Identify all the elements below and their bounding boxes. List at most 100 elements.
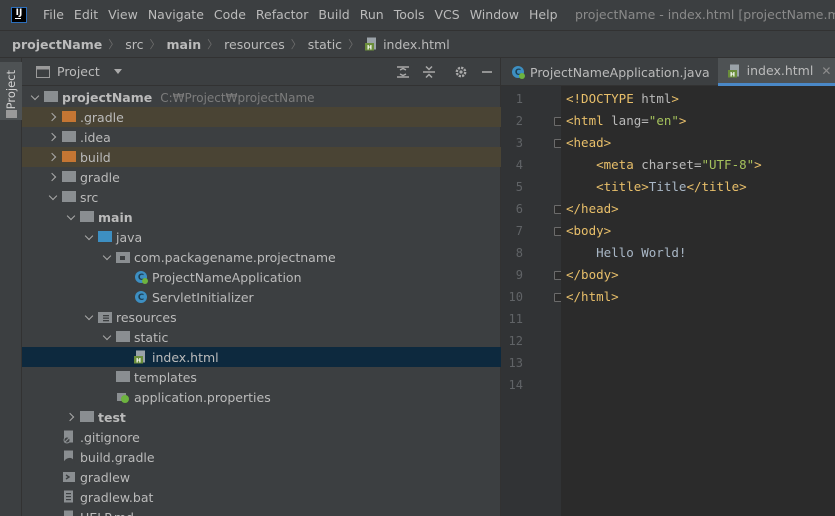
tree-item[interactable]: .idea bbox=[22, 127, 501, 147]
breadcrumb-item-resources[interactable]: resources bbox=[224, 37, 285, 52]
tree-item[interactable]: build.gradle bbox=[22, 447, 501, 467]
breadcrumb-item-index-html[interactable]: Hindex.html bbox=[365, 37, 450, 52]
chevron-down-icon[interactable] bbox=[102, 252, 112, 262]
tree-item[interactable]: build bbox=[22, 147, 501, 167]
menu-window[interactable]: Window bbox=[465, 0, 524, 30]
close-icon[interactable]: ✕ bbox=[821, 64, 831, 78]
svg-text:H: H bbox=[730, 71, 735, 78]
chevron-right-icon[interactable] bbox=[48, 132, 58, 142]
tree-item-label: main bbox=[98, 210, 133, 225]
menu-view[interactable]: View bbox=[103, 0, 143, 30]
tree-item[interactable]: java bbox=[22, 227, 501, 247]
tree-item-name: resources bbox=[116, 309, 177, 325]
tree-item[interactable]: application.properties bbox=[22, 387, 501, 407]
project-tab-label: Project bbox=[4, 70, 18, 110]
breadcrumb-label: src bbox=[125, 36, 144, 52]
project-panel: Project projectName C:₩Project₩projectNam… bbox=[22, 58, 501, 516]
line-number: 8 bbox=[515, 246, 523, 260]
chevron-down-icon[interactable] bbox=[66, 212, 76, 222]
minimize-icon[interactable] bbox=[480, 65, 494, 79]
breadcrumb-item-main[interactable]: main bbox=[167, 37, 202, 52]
tree-item-label: ProjectNameApplication bbox=[152, 270, 302, 285]
breadcrumb-item-static[interactable]: static bbox=[308, 37, 342, 52]
breadcrumb-label: index.html bbox=[383, 36, 450, 52]
chevron-down-icon[interactable] bbox=[102, 332, 112, 342]
tree-item[interactable]: C ServletInitializer bbox=[22, 287, 501, 307]
folder-icon bbox=[98, 231, 112, 242]
menu-help[interactable]: Help bbox=[524, 0, 563, 30]
project-tool-window-tab[interactable]: Project bbox=[0, 62, 22, 120]
menu-run[interactable]: Run bbox=[355, 0, 389, 30]
tree-item[interactable]: src bbox=[22, 187, 501, 207]
breadcrumb-item-src[interactable]: src bbox=[125, 37, 143, 52]
project-panel-title[interactable]: Project bbox=[57, 64, 100, 79]
tree-item-label: build bbox=[80, 150, 111, 165]
folder-icon bbox=[62, 171, 76, 182]
tree-item-name: gradlew bbox=[80, 469, 131, 485]
menu-navigate[interactable]: Navigate bbox=[143, 0, 209, 30]
tab-index-html[interactable]: Hindex.html ✕ bbox=[717, 58, 835, 86]
tree-item[interactable]: .gradle bbox=[22, 107, 501, 127]
breadcrumb: projectName 〉 src 〉 main 〉 resources 〉 static 〉 Hi… bbox=[0, 30, 835, 58]
intellij-logo-icon[interactable]: IJ bbox=[11, 7, 27, 23]
tree-item-name: .gradle bbox=[80, 109, 124, 125]
expand-all-icon[interactable] bbox=[396, 65, 410, 79]
left-tool-strip: Project bbox=[0, 58, 22, 516]
tree-item-name: test bbox=[98, 409, 126, 425]
chevron-down-icon[interactable] bbox=[84, 312, 94, 322]
line-number: 14 bbox=[508, 378, 523, 392]
tab-projectnameapplication-java[interactable]: C ProjectNameApplication.java bbox=[501, 58, 718, 86]
line-number: 13 bbox=[508, 356, 523, 370]
line-number: 5 bbox=[515, 180, 523, 194]
tree-item[interactable]: static bbox=[22, 327, 501, 347]
menu-code[interactable]: Code bbox=[209, 0, 251, 30]
chevron-right-icon[interactable] bbox=[48, 152, 58, 162]
chevron-right-icon[interactable] bbox=[66, 412, 76, 422]
chevron-down-icon[interactable] bbox=[48, 192, 58, 202]
menu-file[interactable]: File bbox=[38, 0, 69, 30]
tree-item[interactable]: C ProjectNameApplication bbox=[22, 267, 501, 287]
line-number: 2 bbox=[515, 114, 523, 128]
tree-item-selected[interactable]: Hindex.html bbox=[22, 347, 501, 367]
menu-tools[interactable]: Tools bbox=[389, 0, 430, 30]
tree-item[interactable]: gradlew bbox=[22, 467, 501, 487]
tree-item[interactable]: resources bbox=[22, 307, 501, 327]
collapse-all-icon[interactable] bbox=[422, 65, 436, 79]
code-token: <html bbox=[566, 113, 612, 128]
breadcrumb-item-projectname[interactable]: projectName bbox=[12, 37, 102, 52]
tree-item[interactable]: com.packagename.projectname bbox=[22, 247, 501, 267]
tree-item[interactable]: test bbox=[22, 407, 501, 427]
chevron-down-icon[interactable] bbox=[113, 69, 122, 74]
code-line: </body> bbox=[566, 267, 619, 282]
menu-build[interactable]: Build bbox=[313, 0, 354, 30]
folder-icon bbox=[62, 191, 76, 202]
tree-item[interactable]: gradle bbox=[22, 167, 501, 187]
tree-item[interactable]: templates bbox=[22, 367, 501, 387]
tree-item-name: projectName bbox=[62, 89, 153, 105]
gear-icon[interactable] bbox=[454, 65, 468, 79]
code-line: <!DOCTYPE html> bbox=[566, 91, 679, 106]
chevron-down-icon[interactable] bbox=[30, 92, 40, 102]
tree-item-label: HELP.md bbox=[80, 510, 134, 516]
code-editor[interactable]: <!DOCTYPE html> <html lang="en"> <head> <m… bbox=[561, 86, 835, 516]
tree-item-label: java bbox=[116, 230, 142, 245]
tree-item[interactable]: main bbox=[22, 207, 501, 227]
tree-item-name: templates bbox=[134, 369, 197, 385]
tree-item[interactable]: .gitignore bbox=[22, 427, 501, 447]
folder-icon bbox=[62, 131, 76, 142]
menu-refactor[interactable]: Refactor bbox=[251, 0, 313, 30]
tree-item-name: gradle bbox=[80, 169, 120, 185]
tree-item[interactable]: HELP.md bbox=[22, 507, 501, 516]
menu-edit[interactable]: Edit bbox=[69, 0, 103, 30]
tree-item[interactable]: gradlew.bat bbox=[22, 487, 501, 507]
chevron-down-icon[interactable] bbox=[84, 232, 94, 242]
menu-vcs[interactable]: VCS bbox=[430, 0, 465, 30]
chevron-right-icon: 〉 bbox=[149, 38, 161, 51]
chevron-right-icon[interactable] bbox=[48, 112, 58, 122]
md-file-icon bbox=[64, 510, 73, 516]
code-line: <html lang="en"> bbox=[566, 113, 686, 128]
tree-item[interactable]: projectName C:₩Project₩projectName bbox=[22, 87, 501, 107]
code-line: <meta charset="UTF-8"> bbox=[566, 157, 762, 172]
tree-item-label: test bbox=[98, 410, 126, 425]
chevron-right-icon[interactable] bbox=[48, 172, 58, 182]
